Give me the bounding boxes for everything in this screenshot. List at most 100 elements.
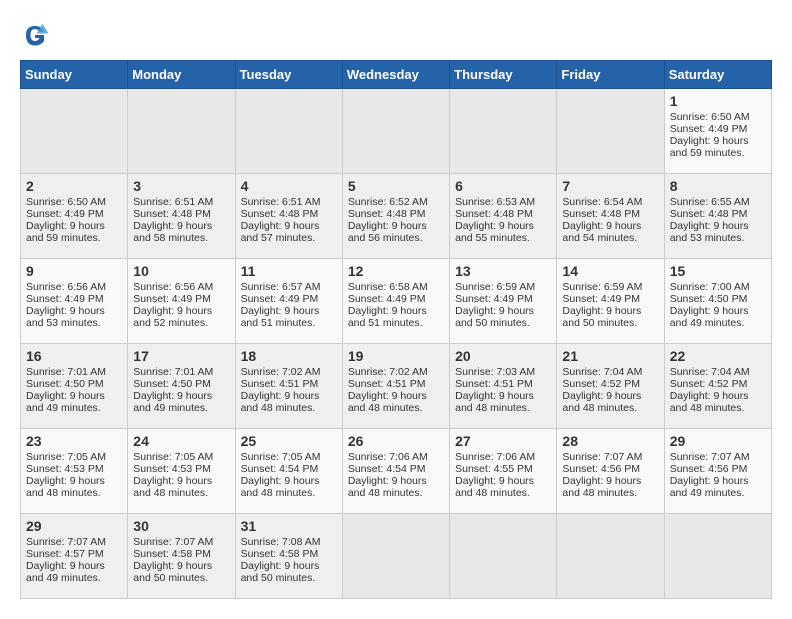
- sunrise: Sunrise: 6:53 AM: [455, 196, 535, 208]
- day-number: 23: [26, 433, 122, 449]
- day-number: 20: [455, 348, 551, 364]
- col-header-tuesday: Tuesday: [235, 61, 342, 89]
- day-number: 29: [26, 518, 122, 534]
- day-number: 22: [670, 348, 766, 364]
- daylight: Daylight: 9 hours and 49 minutes.: [670, 475, 749, 499]
- sunrise: Sunrise: 6:56 AM: [26, 281, 106, 293]
- day-number: 29: [670, 433, 766, 449]
- daylight: Daylight: 9 hours and 51 minutes.: [241, 305, 320, 329]
- day-cell: 5Sunrise: 6:52 AMSunset: 4:48 PMDaylight…: [342, 174, 449, 259]
- daylight: Daylight: 9 hours and 50 minutes.: [562, 305, 641, 329]
- day-cell: 16Sunrise: 7:01 AMSunset: 4:50 PMDayligh…: [21, 344, 128, 429]
- calendar-week-2: 2Sunrise: 6:50 AMSunset: 4:49 PMDaylight…: [21, 174, 772, 259]
- sunrise: Sunrise: 7:07 AM: [562, 451, 642, 463]
- day-cell: 4Sunrise: 6:51 AMSunset: 4:48 PMDaylight…: [235, 174, 342, 259]
- sunrise: Sunrise: 7:04 AM: [670, 366, 750, 378]
- sunrise: Sunrise: 7:06 AM: [348, 451, 428, 463]
- day-cell: 13Sunrise: 6:59 AMSunset: 4:49 PMDayligh…: [450, 259, 557, 344]
- daylight: Daylight: 9 hours and 59 minutes.: [670, 135, 749, 159]
- sunrise: Sunrise: 7:05 AM: [241, 451, 321, 463]
- daylight: Daylight: 9 hours and 51 minutes.: [348, 305, 427, 329]
- sunrise: Sunrise: 7:06 AM: [455, 451, 535, 463]
- day-number: 21: [562, 348, 658, 364]
- day-number: 5: [348, 178, 444, 194]
- empty-cell: [235, 89, 342, 174]
- sunset: Sunset: 4:49 PM: [348, 293, 426, 305]
- sunrise: Sunrise: 7:02 AM: [348, 366, 428, 378]
- sunset: Sunset: 4:48 PM: [670, 208, 748, 220]
- sunset: Sunset: 4:49 PM: [26, 208, 104, 220]
- day-number: 12: [348, 263, 444, 279]
- daylight: Daylight: 9 hours and 48 minutes.: [562, 475, 641, 499]
- day-cell: 14Sunrise: 6:59 AMSunset: 4:49 PMDayligh…: [557, 259, 664, 344]
- day-cell: 17Sunrise: 7:01 AMSunset: 4:50 PMDayligh…: [128, 344, 235, 429]
- sunset: Sunset: 4:49 PM: [670, 123, 748, 135]
- empty-cell: [21, 89, 128, 174]
- sunset: Sunset: 4:55 PM: [455, 463, 533, 475]
- sunset: Sunset: 4:50 PM: [670, 293, 748, 305]
- sunrise: Sunrise: 6:59 AM: [455, 281, 535, 293]
- day-number: 30: [133, 518, 229, 534]
- day-cell: 8Sunrise: 6:55 AMSunset: 4:48 PMDaylight…: [664, 174, 771, 259]
- sunrise: Sunrise: 7:01 AM: [133, 366, 213, 378]
- daylight: Daylight: 9 hours and 48 minutes.: [348, 390, 427, 414]
- col-header-wednesday: Wednesday: [342, 61, 449, 89]
- daylight: Daylight: 9 hours and 48 minutes.: [26, 475, 105, 499]
- calendar-header: SundayMondayTuesdayWednesdayThursdayFrid…: [21, 61, 772, 89]
- day-cell: 23 Sunrise: 7:05 AMSunset: 4:53 PMDayligh…: [21, 429, 128, 514]
- day-number: 19: [348, 348, 444, 364]
- day-cell: 15Sunrise: 7:00 AMSunset: 4:50 PMDayligh…: [664, 259, 771, 344]
- daylight: Daylight: 9 hours and 48 minutes.: [241, 390, 320, 414]
- sunset: Sunset: 4:50 PM: [133, 378, 211, 390]
- daylight: Daylight: 9 hours and 49 minutes.: [26, 390, 105, 414]
- day-number: 6: [455, 178, 551, 194]
- day-cell: 26Sunrise: 7:06 AMSunset: 4:54 PMDayligh…: [342, 429, 449, 514]
- sunrise: Sunrise: 6:52 AM: [348, 196, 428, 208]
- sunrise: Sunrise: 6:58 AM: [348, 281, 428, 293]
- day-cell: 3Sunrise: 6:51 AMSunset: 4:48 PMDaylight…: [128, 174, 235, 259]
- daylight: Daylight: 9 hours and 59 minutes.: [26, 220, 105, 244]
- sunrise: Sunrise: 6:50 AM: [670, 111, 750, 123]
- sunrise: Sunrise: 7:03 AM: [455, 366, 535, 378]
- day-cell: 9Sunrise: 6:56 AMSunset: 4:49 PMDaylight…: [21, 259, 128, 344]
- daylight: Daylight: 9 hours and 55 minutes.: [455, 220, 534, 244]
- sunset: Sunset: 4:58 PM: [133, 548, 211, 560]
- day-number: 10: [133, 263, 229, 279]
- calendar-week-5: 23Sunrise: 7:05 AMSunset: 4:53 PMDayligh…: [21, 429, 772, 514]
- sunset: Sunset: 4:49 PM: [133, 293, 211, 305]
- day-cell: 28Sunrise: 7:07 AMSunset: 4:56 PMDayligh…: [557, 429, 664, 514]
- day-number: 11: [241, 263, 337, 279]
- col-header-friday: Friday: [557, 61, 664, 89]
- day-number: 4: [241, 178, 337, 194]
- sunset: Sunset: 4:53 PM: [26, 463, 104, 475]
- sunrise: Sunrise: 7:02 AM: [241, 366, 321, 378]
- logo: [20, 20, 54, 50]
- sunrise: Sunrise: 7:05 AM: [26, 451, 106, 463]
- daylight: Daylight: 9 hours and 56 minutes.: [348, 220, 427, 244]
- sunset: Sunset: 4:57 PM: [26, 548, 104, 560]
- sunrise: Sunrise: 6:51 AM: [133, 196, 213, 208]
- daylight: Daylight: 9 hours and 48 minutes.: [562, 390, 641, 414]
- day-number: 17: [133, 348, 229, 364]
- sunrise: Sunrise: 7:07 AM: [133, 536, 213, 548]
- daylight: Daylight: 9 hours and 48 minutes.: [133, 475, 212, 499]
- sunrise: Sunrise: 6:55 AM: [670, 196, 750, 208]
- day-number: 18: [241, 348, 337, 364]
- sunset: Sunset: 4:51 PM: [348, 378, 426, 390]
- day-cell: 24Sunrise: 7:05 AMSunset: 4:53 PMDayligh…: [128, 429, 235, 514]
- day-number: 8: [670, 178, 766, 194]
- sunrise: Sunrise: 6:50 AM: [26, 196, 106, 208]
- day-cell: 1Sunrise: 6:50 AMSunset: 4:49 PMDaylight…: [664, 89, 771, 174]
- sunset: Sunset: 4:49 PM: [455, 293, 533, 305]
- day-cell: 29Sunrise: 7:07 AMSunset: 4:56 PMDayligh…: [664, 429, 771, 514]
- empty-cell: [664, 514, 771, 599]
- sunset: Sunset: 4:52 PM: [562, 378, 640, 390]
- empty-cell: [450, 89, 557, 174]
- sunset: Sunset: 4:51 PM: [241, 378, 319, 390]
- col-header-sunday: Sunday: [21, 61, 128, 89]
- sunset: Sunset: 4:56 PM: [562, 463, 640, 475]
- sunset: Sunset: 4:48 PM: [562, 208, 640, 220]
- calendar-week-1: 1Sunrise: 6:50 AMSunset: 4:49 PMDaylight…: [21, 89, 772, 174]
- sunrise: Sunrise: 6:51 AM: [241, 196, 321, 208]
- sunset: Sunset: 4:56 PM: [670, 463, 748, 475]
